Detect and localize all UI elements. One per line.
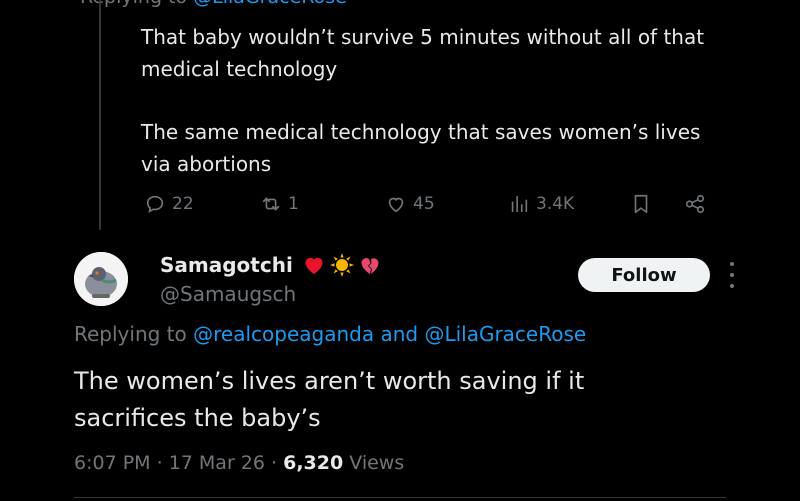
parent-tweet-text-line: The same medical technology that saves w… (141, 120, 701, 144)
replying-prefix: Replying to (74, 322, 194, 346)
tweet-text-line: sacrifices the baby’s (74, 404, 321, 432)
analytics-icon (511, 195, 528, 213)
follow-button[interactable]: Follow (578, 258, 710, 292)
mention-link[interactable]: @LilaGraceRose (424, 322, 586, 346)
parent-tweet-text-line: That baby wouldn’t survive 5 minutes wit… (141, 25, 705, 49)
replying-and[interactable]: and (374, 322, 424, 346)
tweet-text-line: The women’s lives aren’t worth saving if… (74, 367, 585, 395)
tweet-meta: 6:07 PM · 17 Mar 26 · 6,320 Views (74, 452, 404, 474)
thread-line (99, 0, 101, 230)
heart-icon (388, 197, 404, 213)
repost-count: 1 (288, 194, 299, 214)
tweet-views-count: 6,320 (283, 452, 344, 474)
mention-link[interactable]: @realcopeaganda (193, 322, 374, 346)
views-count: 3.4K (536, 194, 575, 214)
broken-heart-icon (361, 258, 379, 274)
tweet-time[interactable]: 6:07 PM (74, 452, 151, 474)
repost-button[interactable]: 1 (260, 193, 299, 215)
avatar[interactable] (74, 252, 128, 306)
bookmark-button[interactable] (630, 193, 652, 215)
tweet-views-label: Views (343, 452, 405, 474)
parent-tweet-text-line: medical technology (141, 57, 338, 81)
user-handle[interactable]: @Samaugsch (160, 282, 296, 306)
repost-icon (262, 197, 280, 211)
reply-button[interactable]: 22 (144, 193, 194, 215)
more-options-icon[interactable] (726, 262, 738, 288)
display-name-text: Samagotchi (160, 253, 293, 277)
views-button[interactable]: 3.4K (508, 193, 574, 215)
sun-icon (329, 253, 354, 277)
red-heart-icon (305, 257, 323, 274)
share-icon (685, 194, 705, 214)
mention-link[interactable]: @LilaGraceRose (193, 0, 347, 8)
reply-count: 22 (172, 194, 194, 214)
tweet-date[interactable]: 17 Mar 26 (169, 452, 265, 474)
like-button[interactable]: 45 (385, 193, 435, 215)
replying-prefix: Replying to (80, 0, 193, 8)
share-button[interactable] (684, 193, 706, 215)
divider (74, 497, 726, 498)
like-count: 45 (413, 194, 435, 214)
reply-icon (146, 195, 164, 213)
pigeon-avatar-icon (74, 252, 128, 306)
meta-separator: · (150, 452, 169, 474)
display-name[interactable]: Samagotchi (160, 252, 383, 278)
bookmark-icon (634, 194, 648, 214)
replying-to: Replying to @realcopeaganda and @LilaGra… (74, 322, 586, 346)
parent-replying-to: Replying to @LilaGraceRose (80, 0, 347, 10)
meta-separator: · (264, 452, 284, 474)
parent-tweet-text-line: via abortions (141, 152, 272, 176)
